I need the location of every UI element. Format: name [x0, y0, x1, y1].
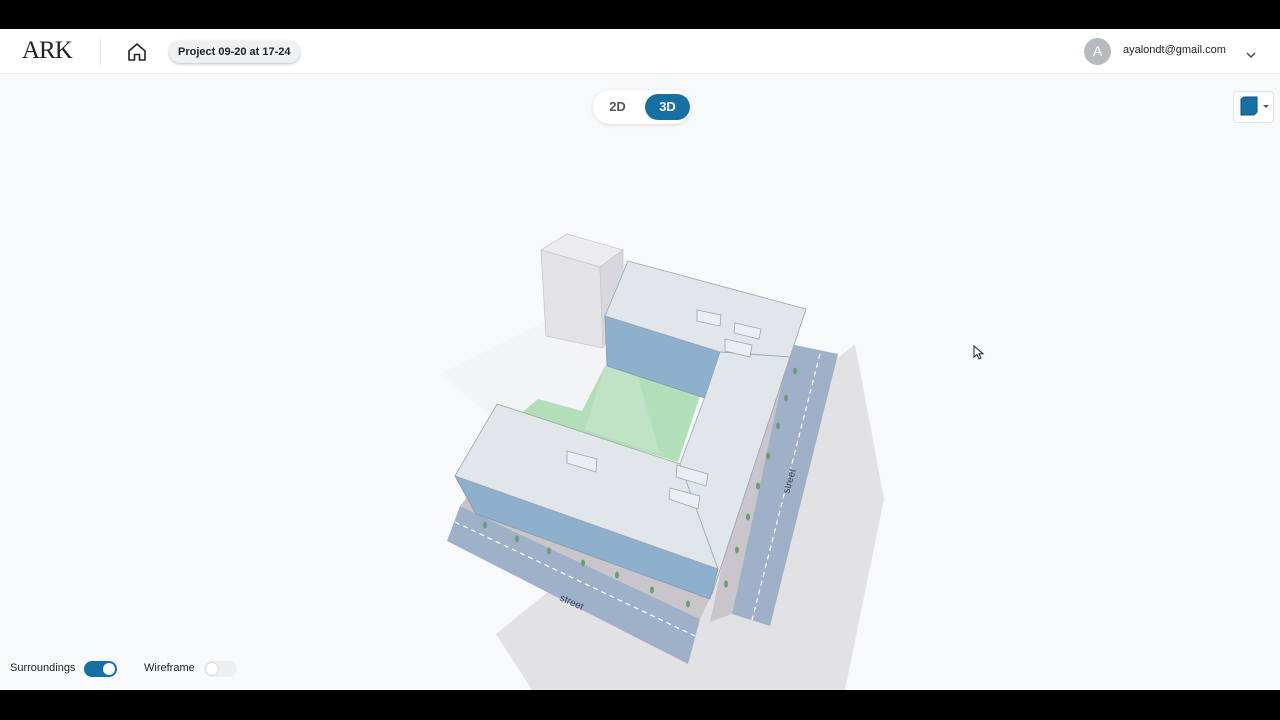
- avatar[interactable]: A: [1084, 38, 1111, 65]
- user-email[interactable]: ayalondt@gmail.com: [1123, 44, 1226, 56]
- mouse-cursor-icon: [973, 345, 985, 360]
- project-name-chip[interactable]: Project 09-20 at 17-24: [169, 41, 300, 63]
- app-window: ARK Project 09-20 at 17-24 A ayalondt@gm…: [0, 29, 1280, 690]
- account-menu-button[interactable]: [1245, 46, 1257, 58]
- wireframe-label: Wireframe: [144, 662, 195, 674]
- 3d-viewport[interactable]: street street: [0, 74, 1280, 690]
- surroundings-label: Surroundings: [10, 662, 76, 674]
- logo[interactable]: ARK: [22, 37, 73, 65]
- toggle-knob: [206, 663, 218, 675]
- wireframe-toggle[interactable]: [204, 661, 237, 677]
- surroundings-toggle[interactable]: [84, 661, 117, 677]
- chevron-down-icon: [1246, 52, 1256, 58]
- home-button[interactable]: [124, 39, 150, 65]
- top-bar: ARK Project 09-20 at 17-24 A ayalondt@gm…: [0, 29, 1280, 74]
- home-icon: [128, 43, 146, 61]
- divider: [100, 39, 101, 65]
- toggle-knob: [103, 663, 115, 675]
